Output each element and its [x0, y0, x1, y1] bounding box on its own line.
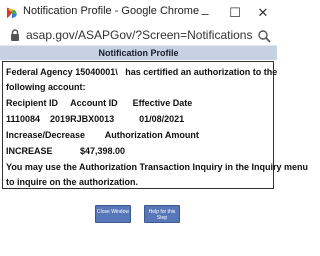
page-title: Notification Profile	[0, 46, 277, 60]
browser-popup-window: Notification Profile - Google Chrome – ☐…	[0, 0, 308, 256]
close-button[interactable]: ✕	[248, 2, 278, 24]
message-line: Increase/Decrease Authorization Amount	[6, 130, 199, 140]
message-line: You may use the Authorization Transactio…	[6, 162, 309, 172]
address-bar[interactable]: asap.gov/ASAPGov/?Screen=NotificationsLi…	[0, 26, 277, 46]
page-content: Notification Profile Federal Agency 1504…	[0, 46, 308, 256]
url-text[interactable]: asap.gov/ASAPGov/?Screen=NotificationsLi…	[26, 28, 252, 42]
minimize-button[interactable]: –	[190, 2, 220, 24]
maximize-button[interactable]: ☐	[220, 2, 250, 24]
chrome-notification-icon	[7, 7, 17, 18]
notification-message-box: Federal Agency 15040001\ has certified a…	[2, 61, 308, 189]
help-button[interactable]: Help for this Step	[144, 205, 180, 223]
lock-icon	[11, 29, 19, 41]
message-line: 1110084 2019RJBX0013 01/08/2021	[6, 114, 185, 124]
title-bar: Notification Profile - Google Chrome – ☐…	[0, 0, 277, 26]
window-title: Notification Profile - Google Chrome	[23, 5, 200, 17]
close-window-button[interactable]: Close Window	[95, 205, 131, 223]
message-line: Federal Agency 15040001\ has certified a…	[6, 67, 278, 77]
message-line: Recipient ID Account ID Effective Date	[6, 98, 193, 108]
message-line: to inquire on the authorization.	[6, 177, 138, 187]
zoom-icon[interactable]	[257, 29, 271, 43]
message-line: following account:	[6, 82, 86, 92]
message-line: INCREASE $47,398.00	[6, 146, 126, 156]
